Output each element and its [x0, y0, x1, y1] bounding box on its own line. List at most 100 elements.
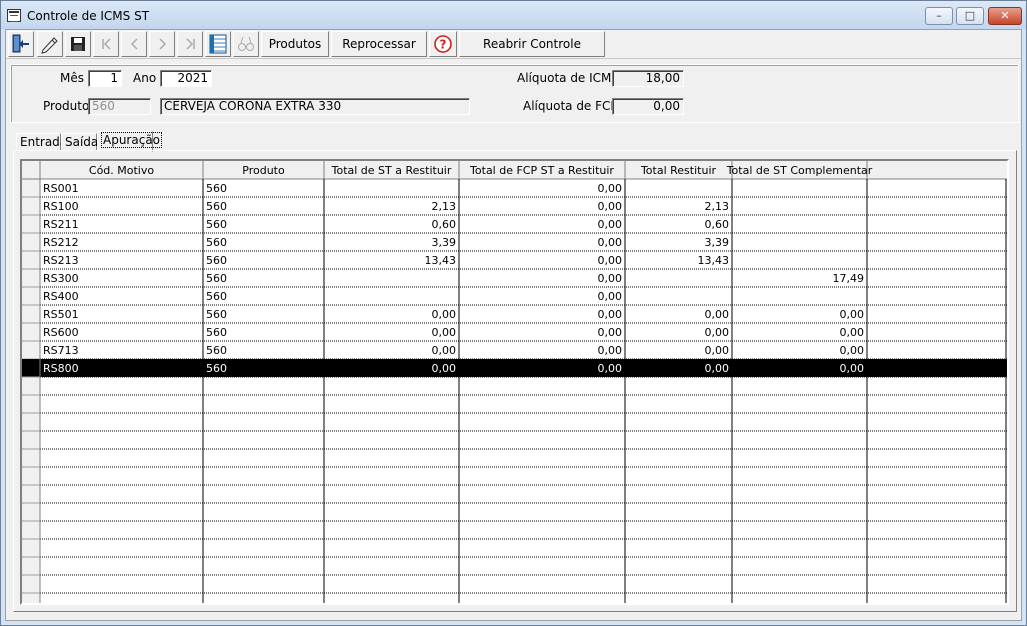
column-header[interactable]: Total de FCP ST a Restituir: [469, 164, 614, 177]
grid-cell[interactable]: 560: [206, 218, 227, 231]
grid-cell[interactable]: 0,60: [705, 218, 730, 231]
grid-cell[interactable]: 560: [206, 200, 227, 213]
grid-cell[interactable]: 0,60: [432, 218, 457, 231]
grid-cell[interactable]: RS501: [43, 308, 79, 321]
window: Controle de ICMS ST – □ ✕ Produtos Repro…: [0, 0, 1027, 626]
grid-cell[interactable]: 0,00: [432, 326, 457, 339]
aliquota-icms-field[interactable]: 18,00: [612, 70, 684, 87]
title-bar[interactable]: Controle de ICMS ST – □ ✕: [1, 1, 1026, 29]
grid-cell[interactable]: 560: [206, 272, 227, 285]
grid-cell[interactable]: 0,00: [598, 362, 623, 375]
grid-cell[interactable]: RS300: [43, 272, 79, 285]
grid-cell[interactable]: 2,13: [705, 200, 730, 213]
grid-cell[interactable]: 0,00: [840, 344, 865, 357]
grid-cell[interactable]: 560: [206, 236, 227, 249]
grid-cell[interactable]: 0,00: [598, 326, 623, 339]
grid-cell[interactable]: 13,43: [425, 254, 457, 267]
floppy-disk-icon: [71, 37, 85, 51]
grid-cell[interactable]: RS211: [43, 218, 79, 231]
grid-icon: [209, 34, 227, 54]
edit-button[interactable]: [37, 31, 63, 57]
grid-cell[interactable]: RS100: [43, 200, 79, 213]
grid-cell[interactable]: 0,00: [432, 308, 457, 321]
grid-cell[interactable]: RS213: [43, 254, 79, 267]
grid-cell[interactable]: 560: [206, 182, 227, 195]
grid-cell[interactable]: 13,43: [698, 254, 730, 267]
grid-cell[interactable]: 0,00: [840, 362, 865, 375]
grid-cell[interactable]: 0,00: [598, 308, 623, 321]
exit-button[interactable]: [8, 31, 34, 57]
grid-cell[interactable]: 0,00: [598, 218, 623, 231]
grid-cell[interactable]: RS001: [43, 182, 79, 195]
maximize-button[interactable]: □: [956, 7, 984, 25]
toolbar: Produtos Reprocessar ? Reabrir Controle: [6, 30, 1021, 59]
grid-cell[interactable]: 560: [206, 254, 227, 267]
grid-cell[interactable]: 0,00: [432, 362, 457, 375]
header-panel: Mês 1 Ano 2021 Produto 560 CERVEJA CORON…: [10, 64, 1019, 123]
grid-cell[interactable]: 0,00: [598, 272, 623, 285]
grid-cell[interactable]: RS800: [43, 362, 79, 375]
grid-cell[interactable]: 17,49: [833, 272, 865, 285]
ano-label: Ano: [133, 71, 157, 85]
reprocessar-button[interactable]: Reprocessar: [331, 31, 427, 57]
grid-cell[interactable]: 0,00: [598, 290, 623, 303]
grid-cell[interactable]: 560: [206, 362, 227, 375]
reabrir-controle-button[interactable]: Reabrir Controle: [459, 31, 605, 57]
binoculars-icon: [238, 36, 254, 51]
grid-cell[interactable]: 560: [206, 326, 227, 339]
produto-description-field[interactable]: CERVEJA CORONA EXTRA 330: [160, 98, 470, 115]
grid-cell[interactable]: 0,00: [598, 236, 623, 249]
produtos-button[interactable]: Produtos: [261, 31, 329, 57]
last-record-button[interactable]: [177, 31, 203, 57]
grid-cell[interactable]: RS212: [43, 236, 79, 249]
produto-code-field[interactable]: 560: [88, 98, 151, 115]
save-button[interactable]: [65, 31, 91, 57]
grid-cell[interactable]: 0,00: [598, 254, 623, 267]
grid-cell[interactable]: 0,00: [705, 308, 730, 321]
column-header[interactable]: Cód. Motivo: [89, 164, 154, 177]
grid-cell[interactable]: 0,00: [705, 362, 730, 375]
grid-cell[interactable]: RS713: [43, 344, 79, 357]
grid-cell[interactable]: 0,00: [598, 200, 623, 213]
aliquota-fcp-field[interactable]: 0,00: [612, 98, 684, 115]
tab-label: Apuração: [101, 132, 163, 148]
apuracao-grid[interactable]: Cód. Motivo Produto Total de ST a Restitui…: [20, 159, 1009, 605]
grid-cell[interactable]: 0,00: [705, 344, 730, 357]
grid-cell[interactable]: 0,00: [432, 344, 457, 357]
grid-cell[interactable]: RS400: [43, 290, 79, 303]
next-record-button[interactable]: [149, 31, 175, 57]
grid-cell[interactable]: 0,00: [840, 326, 865, 339]
column-header[interactable]: Total de ST a Restituir: [331, 164, 452, 177]
grid-cell[interactable]: RS600: [43, 326, 79, 339]
grid-cell[interactable]: 0,00: [840, 308, 865, 321]
tab-entrada[interactable]: Entrada: [16, 133, 67, 151]
mes-field[interactable]: 1: [88, 70, 122, 87]
column-header[interactable]: Produto: [242, 164, 285, 177]
grid-cell[interactable]: 0,00: [598, 182, 623, 195]
grid-cell[interactable]: 0,00: [598, 344, 623, 357]
search-button[interactable]: [233, 31, 259, 57]
tab-apuracao[interactable]: Apuração: [97, 131, 163, 152]
grid-cell[interactable]: 560: [206, 344, 227, 357]
column-header[interactable]: Total Restituir: [640, 164, 717, 177]
first-record-button[interactable]: [93, 31, 119, 57]
column-header[interactable]: Total de ST Complementar: [726, 164, 873, 177]
grid-cell[interactable]: 560: [206, 308, 227, 321]
grid-cell[interactable]: 560: [206, 290, 227, 303]
close-button[interactable]: ✕: [988, 7, 1022, 25]
client-area: Produtos Reprocessar ? Reabrir Controle …: [5, 29, 1022, 621]
tab-saida[interactable]: Saída: [61, 133, 98, 151]
first-record-icon: [102, 38, 111, 50]
grid-cell[interactable]: 2,13: [432, 200, 457, 213]
grid-view-button[interactable]: [205, 31, 231, 57]
app-icon: [7, 9, 21, 22]
previous-record-button[interactable]: [121, 31, 147, 57]
grid-cell[interactable]: 3,39: [705, 236, 730, 249]
ano-field[interactable]: 2021: [160, 70, 212, 87]
minimize-button[interactable]: –: [925, 7, 953, 25]
help-button[interactable]: ?: [429, 31, 457, 57]
grid-cell[interactable]: 0,00: [705, 326, 730, 339]
svg-text:?: ?: [440, 38, 447, 52]
grid-cell[interactable]: 3,39: [432, 236, 457, 249]
help-icon: ?: [434, 35, 452, 53]
